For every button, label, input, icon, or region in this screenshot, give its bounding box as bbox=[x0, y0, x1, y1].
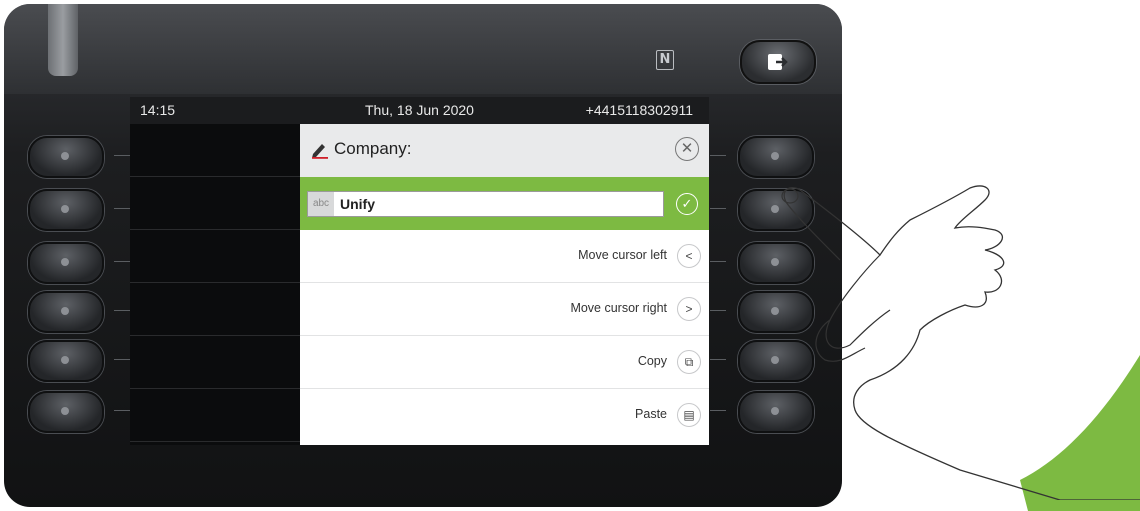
option-label: Move cursor right bbox=[570, 301, 667, 315]
right-key-connector bbox=[710, 410, 726, 411]
chevron-left-icon: < bbox=[677, 244, 701, 268]
company-input-row: abc Unify ✓ bbox=[300, 177, 709, 230]
left-softkey-4[interactable] bbox=[28, 291, 104, 333]
left-key-connector bbox=[114, 310, 130, 311]
right-key-connector bbox=[710, 261, 726, 262]
right-key-connector bbox=[710, 155, 726, 156]
move-cursor-left-option[interactable]: Move cursor left < bbox=[300, 230, 709, 283]
pointing-hand-illustration bbox=[781, 185, 1140, 500]
left-softkey-6[interactable] bbox=[28, 391, 104, 433]
move-cursor-right-option[interactable]: Move cursor right > bbox=[300, 283, 709, 336]
left-softkey-5[interactable] bbox=[28, 340, 104, 382]
paste-icon: ▤ bbox=[677, 403, 701, 427]
left-key-connector bbox=[114, 410, 130, 411]
option-label: Paste bbox=[635, 407, 667, 421]
left-key-connector bbox=[114, 155, 130, 156]
phone-display: 14:15 Thu, 18 Jun 2020 +4415118302911 Co… bbox=[130, 97, 709, 445]
edit-panel: Company: ✕ abc Unify ✓ Move cursor left … bbox=[300, 124, 709, 445]
nfc-icon: N bbox=[656, 50, 674, 70]
left-softkey-2[interactable] bbox=[28, 189, 104, 231]
option-label: Copy bbox=[637, 354, 667, 368]
panel-title-bar: Company: ✕ bbox=[300, 124, 709, 177]
logout-icon bbox=[768, 54, 788, 70]
left-label-row bbox=[130, 230, 300, 283]
company-input-value: Unify bbox=[340, 196, 375, 212]
copy-option[interactable]: Copy ⧉ bbox=[300, 336, 709, 389]
left-key-connector bbox=[114, 208, 130, 209]
status-time: 14:15 bbox=[140, 102, 176, 118]
left-label-row bbox=[130, 283, 300, 336]
panel-title: Company: bbox=[334, 139, 412, 158]
device-top-bezel bbox=[4, 4, 842, 94]
status-date: Thu, 18 Jun 2020 bbox=[365, 102, 474, 118]
right-key-connector bbox=[710, 208, 726, 209]
status-phone-number: +4415118302911 bbox=[585, 102, 693, 118]
chevron-right-icon: > bbox=[677, 297, 701, 321]
paste-option[interactable]: Paste ▤ bbox=[300, 389, 709, 442]
left-key-connector bbox=[114, 261, 130, 262]
option-label: Move cursor left bbox=[578, 248, 667, 262]
input-mode-abc: abc bbox=[308, 192, 334, 216]
left-label-row bbox=[130, 336, 300, 389]
close-icon[interactable]: ✕ bbox=[675, 137, 699, 161]
right-key-connector bbox=[710, 359, 726, 360]
left-softkey-labels bbox=[130, 124, 300, 445]
logout-button[interactable] bbox=[740, 40, 816, 84]
left-softkey-3[interactable] bbox=[28, 242, 104, 284]
company-input[interactable]: abc Unify bbox=[307, 191, 664, 217]
left-softkey-1[interactable] bbox=[28, 136, 104, 178]
right-key-connector bbox=[710, 310, 726, 311]
confirm-check-icon[interactable]: ✓ bbox=[676, 193, 698, 215]
copy-icon: ⧉ bbox=[677, 350, 701, 374]
status-bar: 14:15 Thu, 18 Jun 2020 +4415118302911 bbox=[130, 97, 709, 124]
left-key-connector bbox=[114, 359, 130, 360]
handset-edge bbox=[48, 4, 78, 76]
left-label-row bbox=[130, 124, 300, 177]
left-label-row bbox=[130, 389, 300, 442]
edit-pencil-icon bbox=[312, 144, 328, 159]
left-label-row bbox=[130, 177, 300, 230]
